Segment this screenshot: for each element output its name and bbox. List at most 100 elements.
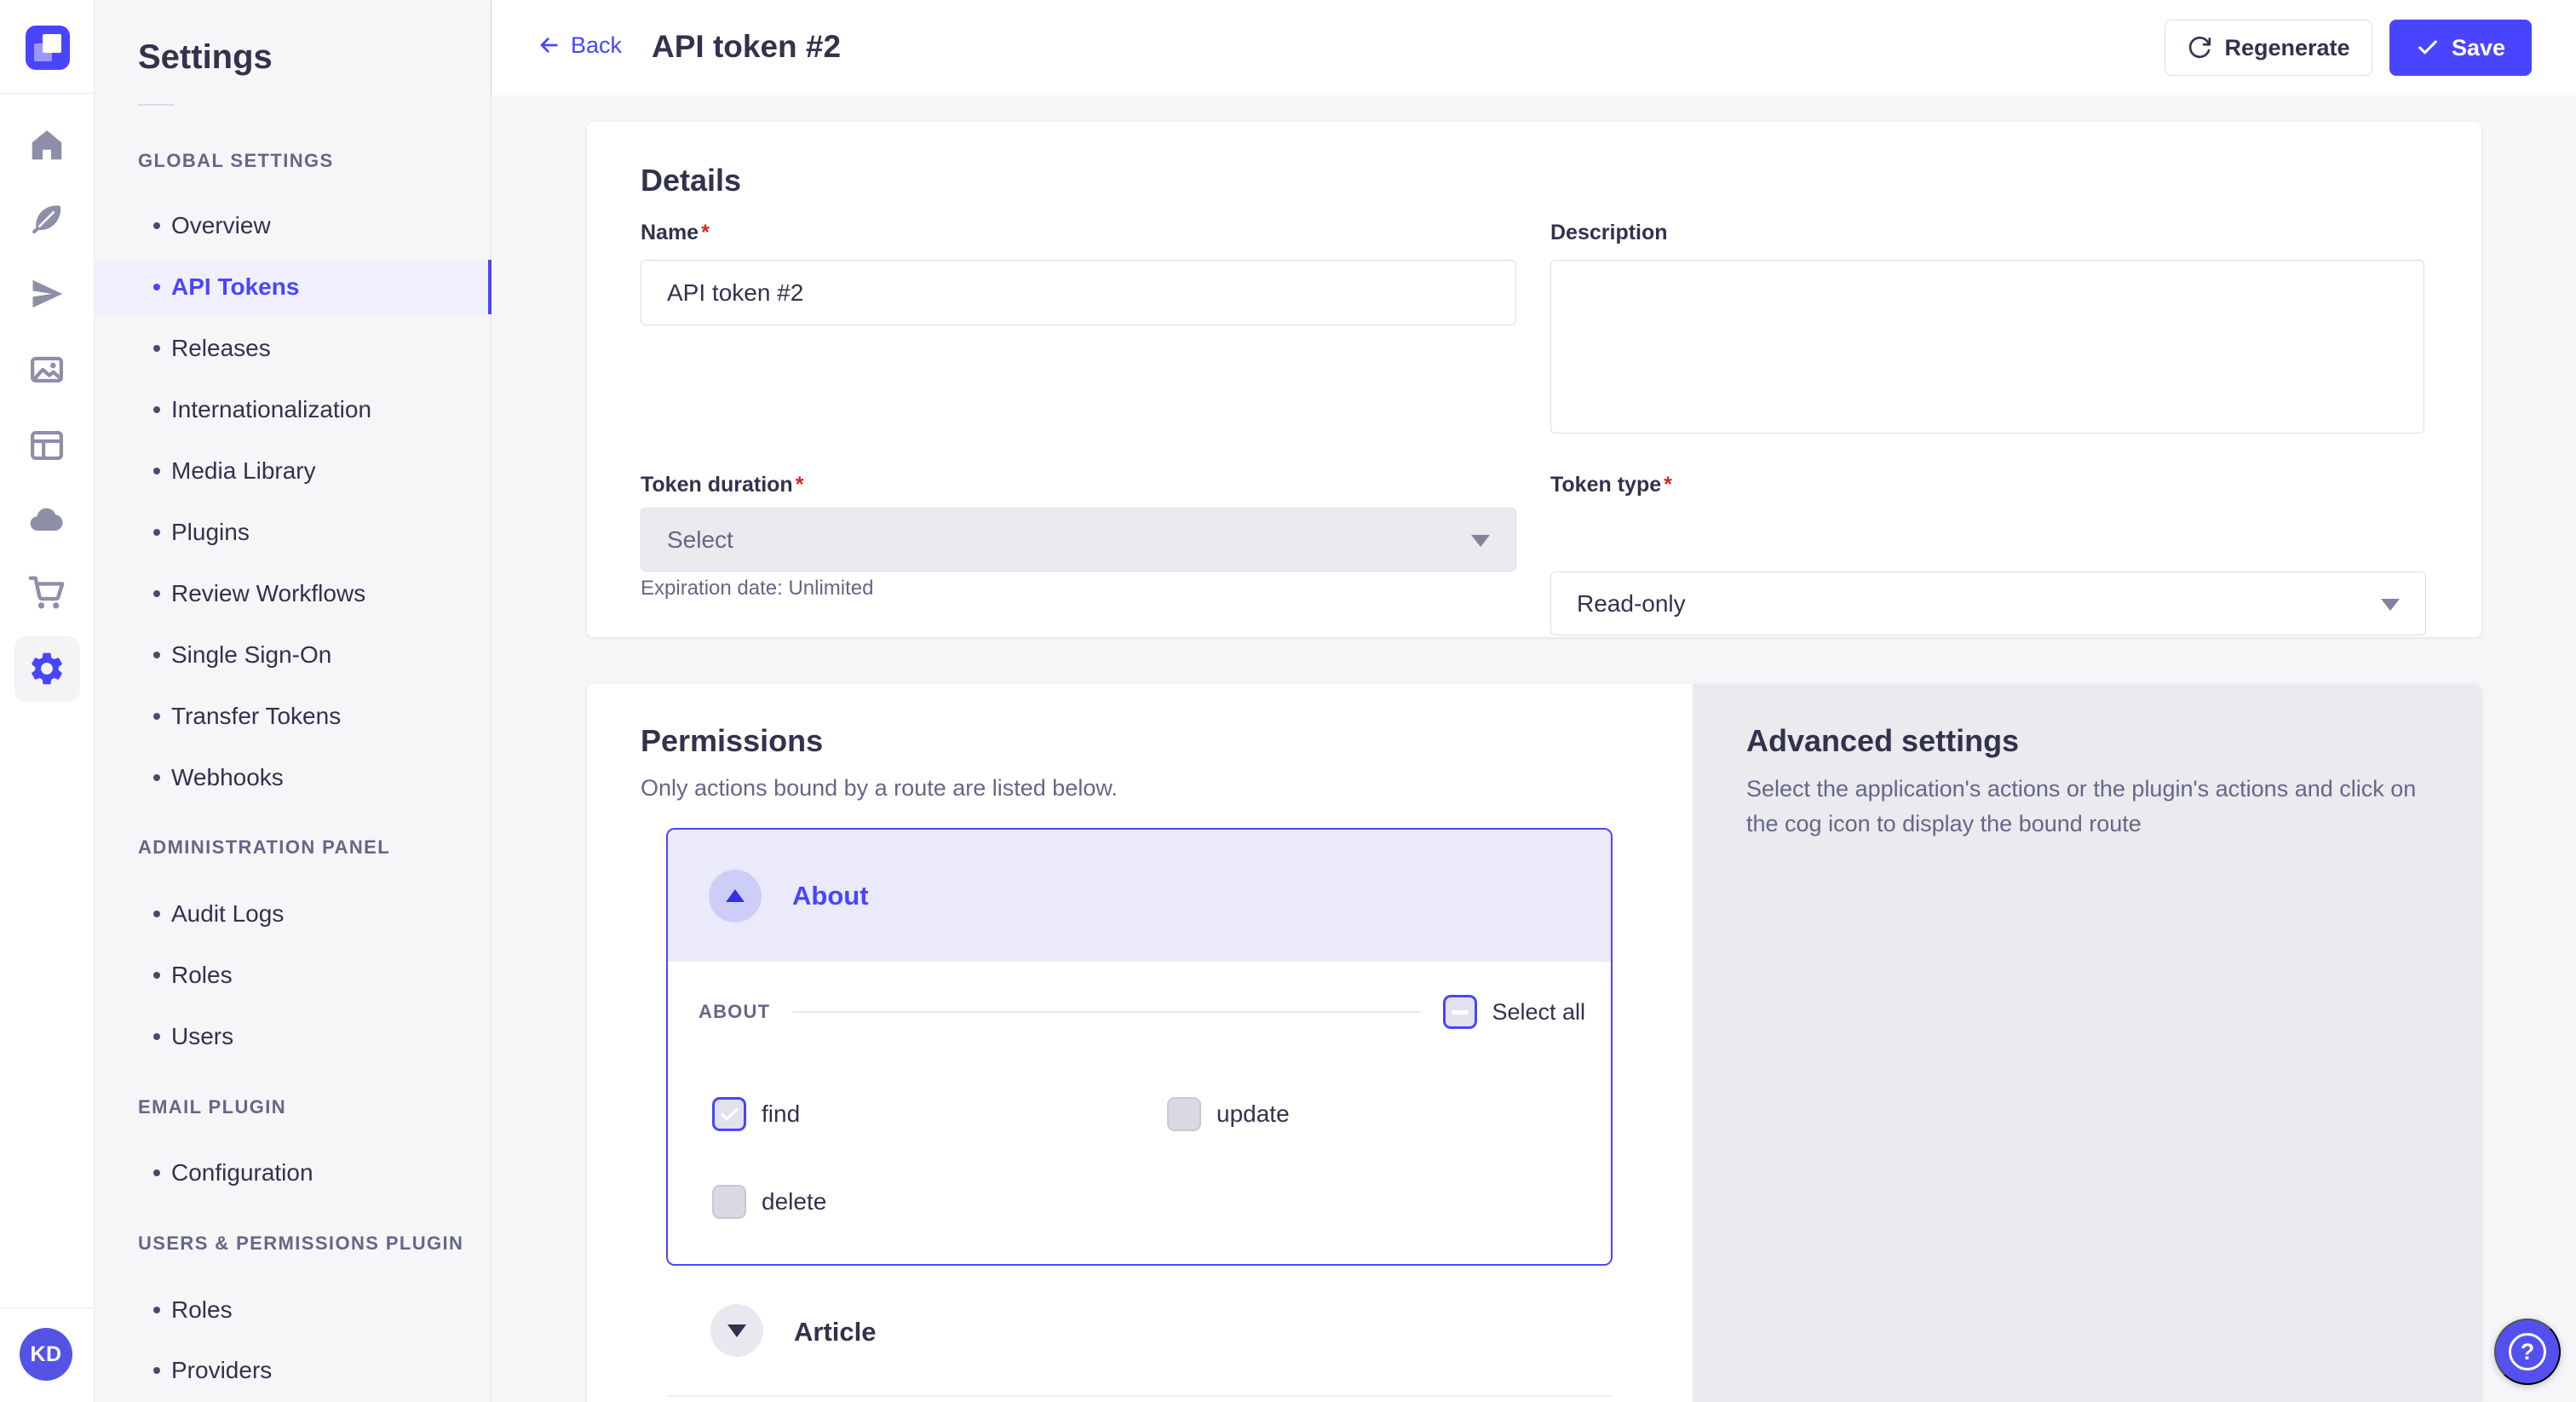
bullet-icon (153, 345, 160, 352)
details-heading: Details (641, 163, 741, 198)
help-button[interactable]: ? (2494, 1319, 2561, 1385)
section-users-permissions-plugin: USERS & PERMISSIONS PLUGIN (138, 1232, 463, 1255)
expiration-hint: Expiration date: Unlimited (641, 577, 873, 600)
about-section-label: ABOUT (699, 1001, 770, 1023)
settings-sidebar: Settings GLOBAL SETTINGS Overview API To… (95, 0, 492, 1402)
marketplace-cart-icon[interactable] (27, 572, 66, 612)
find-checkbox[interactable] (712, 1097, 746, 1131)
sidebar-item-internationalization[interactable]: Internationalization (95, 382, 492, 437)
permission-delete: delete (712, 1185, 826, 1219)
user-avatar[interactable]: KD (20, 1328, 72, 1381)
chevron-down-icon (2381, 599, 2400, 611)
token-duration-label: Token duration* (641, 473, 803, 497)
sidebar-item-review-workflows[interactable]: Review Workflows (95, 566, 492, 621)
required-asterisk: * (701, 221, 710, 244)
bullet-icon (153, 1367, 160, 1374)
sidebar-item-media-library[interactable]: Media Library (95, 444, 492, 498)
bullet-icon (153, 1169, 160, 1176)
check-icon (2416, 36, 2440, 60)
bullet-icon (153, 590, 160, 597)
delete-checkbox[interactable] (712, 1185, 746, 1219)
about-accordion: About ABOUT Select all find (666, 828, 1613, 1266)
check-icon (718, 1103, 740, 1125)
bullet-icon (153, 774, 160, 781)
logo-cell (0, 0, 94, 94)
permission-find: find (712, 1097, 800, 1131)
update-checkbox[interactable] (1167, 1097, 1201, 1131)
sidebar-item-single-sign-on[interactable]: Single Sign-On (95, 628, 492, 682)
strapi-logo[interactable] (26, 26, 70, 70)
save-button[interactable]: Save (2389, 20, 2532, 76)
sidebar-item-releases[interactable]: Releases (95, 321, 492, 376)
sidebar-item-transfer-tokens[interactable]: Transfer Tokens (95, 689, 492, 744)
token-type-select[interactable]: Read-only (1550, 572, 2426, 635)
feather-icon[interactable] (27, 199, 66, 238)
question-icon: ? (2509, 1333, 2546, 1370)
select-all-label: Select all (1492, 999, 1585, 1026)
section-global-settings: GLOBAL SETTINGS (138, 150, 334, 172)
permissions-subtitle: Only actions bound by a route are listed… (641, 775, 1118, 802)
bullet-icon (153, 222, 160, 229)
indeterminate-dash-icon (1452, 1010, 1469, 1014)
main-nav-rail: KD (0, 0, 95, 1402)
select-all-checkbox[interactable] (1443, 995, 1477, 1029)
bullet-icon (153, 1033, 160, 1040)
bullet-icon (153, 911, 160, 917)
sidebar-item-configuration[interactable]: Configuration (95, 1146, 492, 1200)
about-section-row: ABOUT Select all (699, 991, 1585, 1033)
sidebar-item-overview[interactable]: Overview (95, 198, 492, 253)
token-duration-select[interactable]: Select (641, 508, 1516, 572)
chevron-down-icon (727, 1324, 746, 1337)
permissions-panel: Permissions Only actions bound by a rout… (587, 684, 1693, 1402)
sidebar-item-api-tokens[interactable]: API Tokens (95, 260, 492, 314)
details-card: Details Name* Description Token duration… (587, 122, 2481, 637)
article-accordion-header[interactable]: Article (794, 1317, 876, 1347)
sidebar-item-providers[interactable]: Providers (95, 1343, 492, 1398)
sidebar-item-admin-roles[interactable]: Roles (95, 948, 492, 1003)
required-asterisk: * (1664, 473, 1672, 497)
token-type-label: Token type* (1550, 473, 1672, 497)
rail-divider (0, 1307, 94, 1308)
advanced-settings-panel: Advanced settings Select the application… (1693, 684, 2481, 1402)
home-icon[interactable] (27, 125, 66, 164)
description-label: Description (1550, 221, 1668, 245)
advanced-settings-description: Select the application's actions or the … (1746, 772, 2428, 842)
advanced-settings-heading: Advanced settings (1746, 723, 2019, 759)
arrow-left-icon (535, 32, 562, 59)
settings-gear-icon[interactable] (14, 636, 80, 702)
section-administration-panel: ADMINISTRATION PANEL (138, 836, 390, 859)
permission-update: update (1167, 1097, 1290, 1131)
refresh-icon (2187, 35, 2212, 60)
regenerate-button[interactable]: Regenerate (2165, 20, 2372, 76)
name-label: Name* (641, 221, 710, 245)
bullet-icon (153, 652, 160, 658)
article-expand-toggle[interactable] (710, 1304, 763, 1357)
bullet-icon (153, 713, 160, 720)
chevron-up-icon (726, 889, 745, 902)
title-divider (138, 104, 174, 106)
main-content: Details Name* Description Token duration… (492, 95, 2576, 1402)
required-asterisk: * (796, 473, 804, 497)
divider (792, 1011, 1421, 1013)
logo-shape (34, 43, 52, 61)
cloud-icon[interactable] (27, 500, 66, 539)
divider (666, 1395, 1613, 1397)
page-header: Back API token #2 Regenerate Save (492, 0, 2576, 95)
sidebar-item-users[interactable]: Users (95, 1009, 492, 1064)
sidebar-item-up-roles[interactable]: Roles (95, 1283, 492, 1337)
collapse-toggle[interactable] (709, 870, 762, 922)
description-textarea[interactable] (1550, 260, 2424, 434)
name-input[interactable] (641, 260, 1516, 325)
sidebar-title: Settings (138, 38, 273, 77)
media-library-icon[interactable] (27, 350, 66, 389)
back-link[interactable]: Back (535, 32, 622, 59)
about-accordion-header[interactable]: About (668, 830, 1611, 962)
layout-icon[interactable] (27, 426, 66, 465)
bullet-icon (153, 406, 160, 413)
sidebar-item-webhooks[interactable]: Webhooks (95, 750, 492, 805)
permissions-heading: Permissions (641, 723, 823, 759)
paper-plane-icon[interactable] (27, 274, 66, 313)
sidebar-item-audit-logs[interactable]: Audit Logs (95, 887, 492, 941)
bullet-icon (153, 972, 160, 979)
sidebar-item-plugins[interactable]: Plugins (95, 505, 492, 560)
